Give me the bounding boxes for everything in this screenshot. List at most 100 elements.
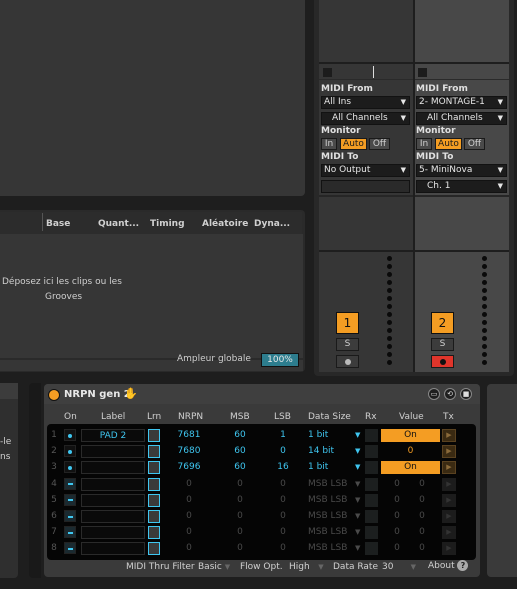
row-label-field[interactable] bbox=[81, 510, 145, 523]
row-lsb[interactable]: 0 bbox=[263, 477, 303, 491]
row-tx-button[interactable]: ▶ bbox=[442, 510, 456, 523]
row-msb[interactable]: 0 bbox=[220, 541, 260, 555]
midi-thru-filter-select[interactable]: Basic ▼ bbox=[198, 562, 230, 572]
row-msb[interactable]: 0 bbox=[220, 477, 260, 491]
row-value-msb[interactable]: 0 bbox=[387, 541, 407, 555]
row-msb[interactable]: 60 bbox=[220, 444, 260, 458]
row-tx-button[interactable]: ▶ bbox=[442, 461, 456, 475]
row-value-msb[interactable]: 0 bbox=[387, 493, 407, 507]
track-1-solo[interactable]: S bbox=[336, 338, 359, 351]
row-nrpn[interactable]: 7680 bbox=[169, 444, 209, 458]
row-msb[interactable]: 60 bbox=[220, 460, 260, 474]
row-lsb[interactable]: 0 bbox=[263, 493, 303, 507]
row-on-toggle[interactable] bbox=[64, 477, 76, 490]
row-label-field[interactable] bbox=[81, 477, 145, 491]
row-lsb[interactable]: 0 bbox=[263, 509, 303, 523]
row-value-lsb[interactable]: 0 bbox=[412, 493, 432, 507]
track-2-midi-to-select[interactable]: 5- MiniNova ▼ bbox=[416, 164, 507, 177]
row-label-field[interactable] bbox=[81, 493, 145, 507]
row-on-toggle[interactable] bbox=[64, 429, 76, 441]
row-value-msb[interactable]: 0 bbox=[387, 525, 407, 539]
row-value-lsb[interactable]: 0 bbox=[412, 509, 432, 523]
row-nrpn[interactable]: 0 bbox=[169, 493, 209, 507]
track-2-monitor-in[interactable]: In bbox=[416, 138, 432, 150]
row-msb[interactable]: 0 bbox=[220, 493, 260, 507]
row-tx-button[interactable]: ▶ bbox=[442, 542, 456, 556]
row-value-msb[interactable]: 0 bbox=[387, 477, 407, 491]
row-on-toggle[interactable] bbox=[64, 493, 76, 506]
device-map-icon[interactable]: ▭ bbox=[428, 388, 440, 400]
row-nrpn[interactable]: 0 bbox=[169, 541, 209, 555]
row-nrpn[interactable]: 0 bbox=[169, 477, 209, 491]
column-quantize[interactable]: Quant... bbox=[98, 219, 139, 229]
track-2-monitor-off[interactable]: Off bbox=[464, 138, 485, 150]
about-button[interactable]: About ? bbox=[428, 560, 469, 571]
row-msb[interactable]: 60 bbox=[220, 428, 260, 442]
row-lsb[interactable]: 0 bbox=[263, 444, 303, 458]
row-data-size-select[interactable]: MSB LSB ▼ bbox=[308, 509, 363, 523]
row-label-field[interactable] bbox=[81, 542, 145, 556]
row-data-size-select[interactable]: MSB LSB ▼ bbox=[308, 541, 363, 555]
device-activator[interactable] bbox=[48, 389, 60, 401]
track-2-channel-in-select[interactable]: All Channels ▼ bbox=[416, 112, 507, 125]
track-2-monitor-auto[interactable]: Auto bbox=[435, 138, 462, 150]
row-value-lsb[interactable]: 0 bbox=[412, 541, 432, 555]
row-nrpn[interactable]: 0 bbox=[169, 509, 209, 523]
row-data-size-select[interactable]: 14 bit ▼ bbox=[308, 444, 363, 458]
column-random[interactable]: Aléatoire bbox=[202, 219, 248, 229]
row-label-field[interactable] bbox=[81, 526, 145, 540]
device-save-icon[interactable]: ■ bbox=[460, 388, 472, 400]
track-2-solo[interactable]: S bbox=[431, 338, 454, 351]
row-tx-button[interactable]: ▶ bbox=[442, 445, 456, 459]
row-lsb[interactable]: 0 bbox=[263, 541, 303, 555]
row-nrpn[interactable]: 7681 bbox=[169, 428, 209, 442]
track-1-midi-to-select[interactable]: No Output ▼ bbox=[321, 164, 410, 177]
column-base[interactable]: Base bbox=[46, 219, 70, 229]
track-1-stop-button[interactable] bbox=[323, 68, 332, 77]
track-1-midi-from-select[interactable]: All Ins ▼ bbox=[321, 96, 410, 109]
track-2-activator[interactable]: 2 bbox=[431, 312, 454, 334]
row-value-lsb[interactable]: 0 bbox=[412, 525, 432, 539]
row-tx-button[interactable]: ▶ bbox=[442, 429, 456, 442]
data-rate-select[interactable]: 30 ▼ bbox=[382, 562, 416, 572]
row-value-msb[interactable]: 0 bbox=[387, 509, 407, 523]
track-1-channel-in-select[interactable]: All Channels ▼ bbox=[321, 112, 410, 125]
row-msb[interactable]: 0 bbox=[220, 509, 260, 523]
row-nrpn[interactable]: 0 bbox=[169, 525, 209, 539]
track-1-monitor-off[interactable]: Off bbox=[369, 138, 390, 150]
row-data-size-select[interactable]: MSB LSB ▼ bbox=[308, 477, 363, 491]
track-1-monitor-auto[interactable]: Auto bbox=[340, 138, 367, 150]
track-2-channel-out-select[interactable]: Ch. 1 ▼ bbox=[416, 180, 507, 193]
column-dynamics[interactable]: Dyna... bbox=[254, 219, 290, 229]
row-nrpn[interactable]: 7696 bbox=[169, 460, 209, 474]
row-on-toggle[interactable] bbox=[64, 526, 76, 539]
row-lsb[interactable]: 1 bbox=[263, 428, 303, 442]
track-1-monitor-in[interactable]: In bbox=[321, 138, 337, 150]
row-on-toggle[interactable] bbox=[64, 445, 76, 458]
row-data-size-select[interactable]: MSB LSB ▼ bbox=[308, 493, 363, 507]
track-1-arm[interactable] bbox=[336, 355, 359, 368]
row-learn-button[interactable] bbox=[148, 510, 160, 523]
track-2-arm[interactable] bbox=[431, 355, 454, 368]
row-tx-button[interactable]: ▶ bbox=[442, 526, 456, 540]
row-learn-button[interactable] bbox=[148, 477, 160, 491]
row-learn-button[interactable] bbox=[148, 429, 160, 442]
row-value[interactable]: On bbox=[381, 429, 440, 442]
global-amount-field[interactable]: 100% bbox=[261, 353, 299, 367]
row-value-lsb[interactable]: 0 bbox=[412, 477, 432, 491]
row-value[interactable]: On bbox=[381, 461, 440, 475]
row-learn-button[interactable] bbox=[148, 445, 160, 459]
row-lsb[interactable]: 0 bbox=[263, 525, 303, 539]
row-data-size-select[interactable]: 1 bit ▼ bbox=[308, 460, 363, 474]
track-1-activator[interactable]: 1 bbox=[336, 312, 359, 334]
row-learn-button[interactable] bbox=[148, 461, 160, 475]
row-on-toggle[interactable] bbox=[64, 461, 76, 474]
track-2-stop-button[interactable] bbox=[418, 68, 427, 77]
row-tx-button[interactable]: ▶ bbox=[442, 477, 456, 491]
row-data-size-select[interactable]: MSB LSB ▼ bbox=[308, 525, 363, 539]
row-lsb[interactable]: 16 bbox=[263, 460, 303, 474]
row-label-field[interactable] bbox=[81, 461, 145, 475]
row-on-toggle[interactable] bbox=[64, 510, 76, 522]
flow-opt-select[interactable]: High ▼ bbox=[289, 562, 324, 572]
row-data-size-select[interactable]: 1 bit ▼ bbox=[308, 428, 363, 442]
